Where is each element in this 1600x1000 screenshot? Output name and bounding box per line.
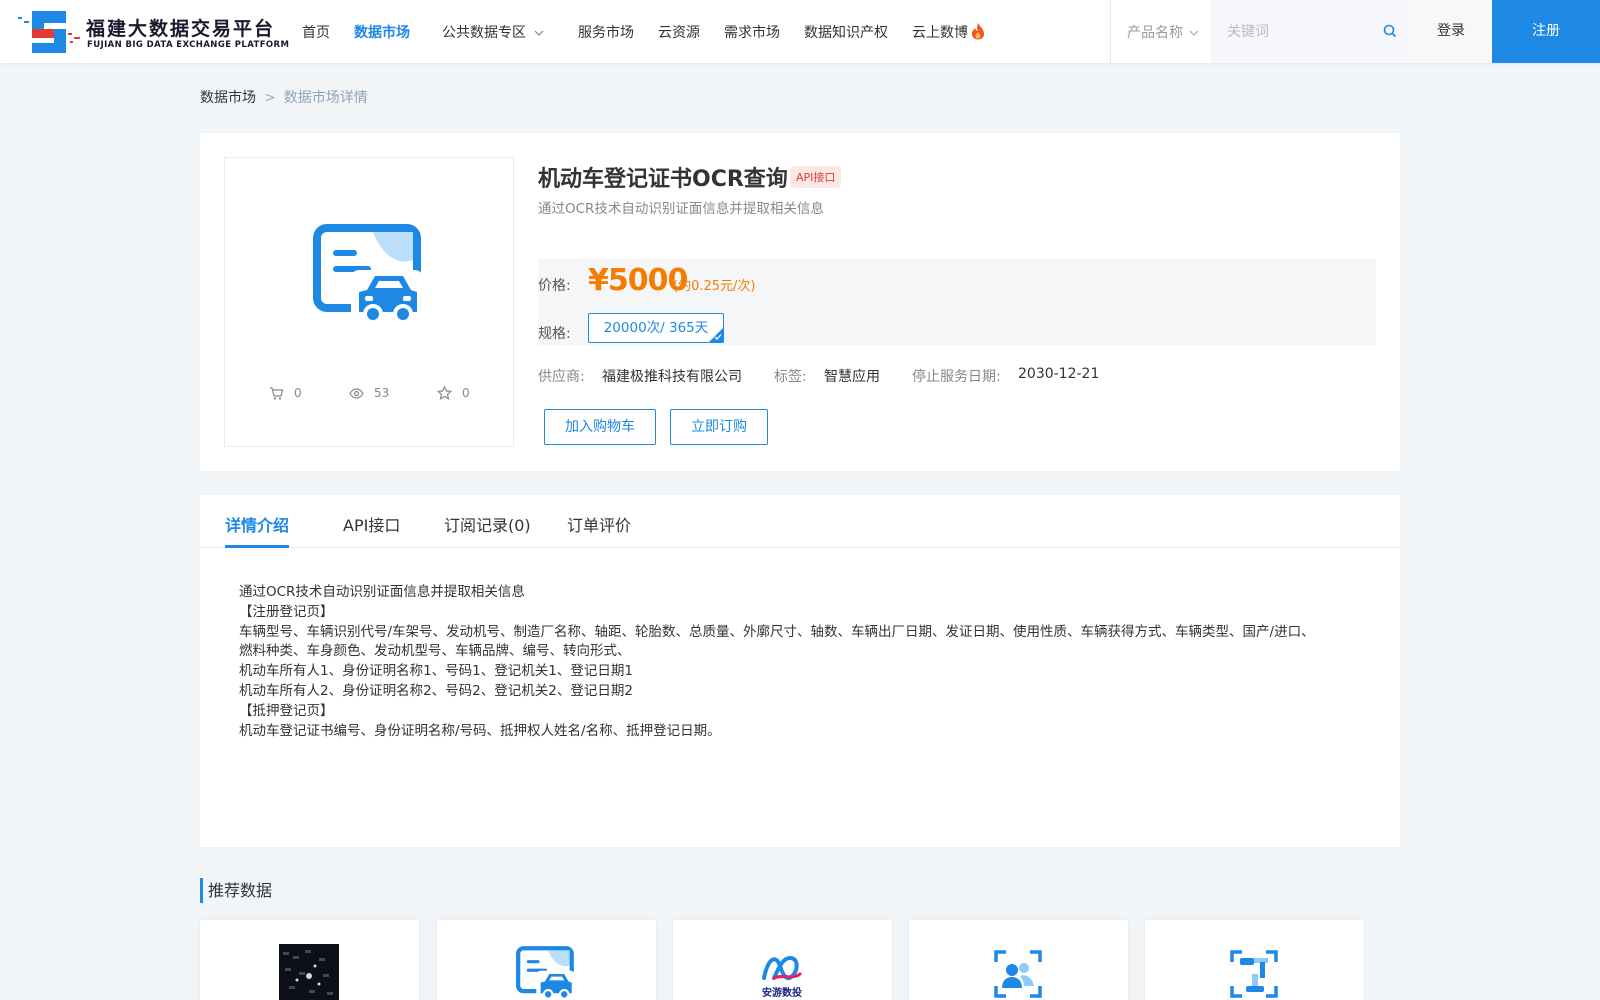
cart-count: 0: [294, 386, 302, 400]
tab-api[interactable]: API接口: [343, 512, 400, 536]
favorite-count: 0: [462, 386, 470, 400]
subscribe-now-button[interactable]: 立即订购: [670, 409, 768, 445]
nav-cloud-expo[interactable]: 云上数博: [912, 22, 985, 42]
detail-tabs: 详情介绍 API接口 订阅记录(0) 订单评价: [200, 495, 1400, 548]
nav-service-market[interactable]: 服务市场: [578, 22, 634, 42]
spec-option-selected[interactable]: 20000次/ 365天: [588, 313, 724, 343]
detail-line: 机动车所有人2、身份证明名称2、号码2、登记机关2、登记日期2: [239, 682, 633, 699]
supplier-label: 供应商:: [538, 369, 585, 385]
api-badge: API接口: [790, 166, 842, 188]
product-subtitle: 通过OCR技术自动识别证面信息并提取相关信息: [538, 201, 824, 217]
active-tab-indicator: [225, 545, 289, 548]
face-scan-icon: [994, 950, 1042, 998]
price-per-call: (约0.25元/次): [673, 279, 756, 294]
detail-line: 机动车登记证书编号、身份证明名称/号码、抵押权人姓名/名称、抵押登记日期。: [239, 722, 721, 739]
stop-date-value: 2030-12-21: [1018, 366, 1100, 382]
chevron-down-icon: [534, 30, 544, 36]
vehicle-card-icon: [516, 946, 575, 1000]
nav-demand-market[interactable]: 需求市场: [724, 22, 780, 42]
breadcrumb-separator: >: [264, 90, 276, 106]
robot-arm-scan-icon: [1230, 950, 1278, 998]
stop-date-label: 停止服务日期:: [912, 369, 1001, 385]
tab-reviews[interactable]: 订单评价: [567, 512, 631, 536]
anyou-logo-icon: 安游数投: [762, 955, 802, 999]
login-button[interactable]: 登录: [1410, 0, 1492, 63]
add-to-cart-button[interactable]: 加入购物车: [544, 409, 656, 445]
detail-line: 车辆型号、车辆识别代号/车架号、发动机号、制造厂名称、轴距、轮胎数、总质量、外廓…: [239, 623, 1315, 640]
recommend-card[interactable]: [437, 920, 656, 1000]
nav-cloud-expo-label: 云上数博: [912, 25, 968, 41]
tab-details[interactable]: 详情介绍: [225, 512, 289, 536]
platform-logo[interactable]: 福建大数据交易平台 FUJIAN BIG DATA EXCHANGE PLATF…: [16, 9, 289, 55]
product-title: 机动车登记证书OCR查询: [538, 167, 788, 192]
search-area: 产品名称: [1110, 0, 1411, 63]
breadcrumb-data-market[interactable]: 数据市场: [200, 90, 256, 106]
nav-data-market[interactable]: 数据市场: [354, 22, 410, 42]
detail-card: 详情介绍 API接口 订阅记录(0) 订单评价 通过OCR技术自动识别证面信息并…: [200, 495, 1400, 847]
detail-line: 机动车所有人1、身份证明名称1、号码1、登记机关1、登记日期1: [239, 663, 633, 680]
recommend-card[interactable]: [200, 920, 419, 1000]
logo-chinese-text: 福建大数据交易平台: [86, 18, 276, 40]
circuit-photo-icon: [279, 944, 339, 1000]
price-label: 价格:: [538, 278, 571, 294]
recommend-card[interactable]: [1145, 920, 1364, 1000]
spec-option-label: 20000次/ 365天: [603, 320, 709, 336]
vehicle-card-icon: [313, 224, 423, 328]
search-category-select[interactable]: 产品名称: [1127, 22, 1199, 42]
price-box: 价格: ¥5000 (约0.25元/次) 规格: 20000次/ 365天: [538, 259, 1376, 345]
register-button[interactable]: 注册: [1492, 0, 1600, 63]
favorite-count-stat: 0: [437, 386, 470, 400]
detail-line: 【抵押登记页】: [239, 702, 334, 719]
detail-line: 【注册登记页】: [239, 603, 334, 620]
product-card: 0 53 0 机动车登记证书OCR查询 API接口 通过OCR技术自动识别证面信…: [200, 133, 1400, 471]
check-icon: [714, 334, 722, 340]
search-icon[interactable]: [1383, 24, 1397, 38]
chevron-down-icon: [1189, 30, 1199, 36]
logo-english-text: FUJIAN BIG DATA EXCHANGE PLATFORM: [87, 40, 290, 50]
detail-line: 通过OCR技术自动识别证面信息并提取相关信息: [239, 584, 525, 600]
tag-label: 标签:: [774, 369, 807, 385]
product-stats: 0 53 0: [225, 386, 515, 406]
nav-home[interactable]: 首页: [302, 22, 330, 42]
cart-count-stat: 0: [269, 386, 302, 400]
eye-icon: [349, 387, 364, 399]
detail-line: 燃料种类、车身颜色、发动机型号、车辆品牌、编号、转向形式、: [239, 643, 631, 660]
breadcrumb: 数据市场 > 数据市场详情: [200, 87, 368, 107]
nav-data-ip[interactable]: 数据知识产权: [804, 22, 888, 42]
nav-public-data-label: 公共数据专区: [442, 25, 526, 41]
recommend-card[interactable]: 安游数投: [673, 920, 892, 1000]
recommend-card[interactable]: [909, 920, 1128, 1000]
recommend-section-title: 推荐数据: [200, 878, 272, 903]
product-image-box: 0 53 0: [224, 157, 514, 447]
anyou-logo-text: 安游数投: [762, 986, 802, 999]
spec-label: 规格:: [538, 326, 571, 342]
tab-subscriptions[interactable]: 订阅记录(0): [444, 512, 531, 536]
fire-icon: [972, 23, 984, 40]
top-header: 福建大数据交易平台 FUJIAN BIG DATA EXCHANGE PLATF…: [0, 0, 1600, 63]
view-count: 53: [374, 386, 390, 400]
cart-icon: [270, 386, 284, 400]
nav-cloud-resource[interactable]: 云资源: [658, 22, 700, 42]
star-icon[interactable]: [437, 386, 452, 400]
supplier-name: 福建极推科技有限公司: [602, 369, 742, 385]
keyword-search-input[interactable]: [1211, 0, 1411, 63]
detail-content: 通过OCR技术自动识别证面信息并提取相关信息 【注册登记页】 车辆型号、车辆识别…: [239, 583, 1359, 741]
nav-public-data[interactable]: 公共数据专区: [442, 22, 544, 42]
search-category-label: 产品名称: [1127, 25, 1183, 41]
logo-mark-icon: [18, 11, 80, 53]
breadcrumb-current: 数据市场详情: [283, 90, 368, 106]
tag-value: 智慧应用: [824, 369, 880, 385]
view-count-stat: 53: [349, 386, 389, 400]
